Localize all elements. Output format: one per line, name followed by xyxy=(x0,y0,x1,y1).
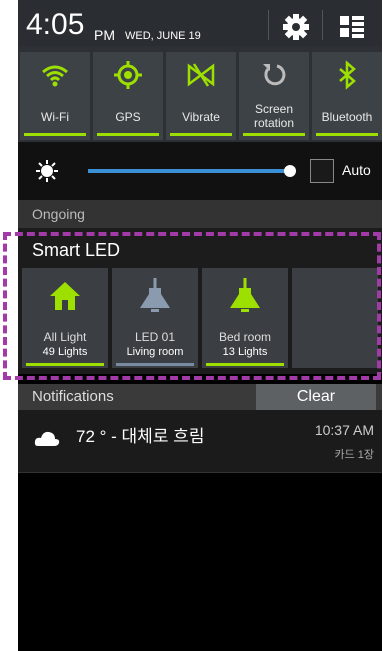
toggle-indicator xyxy=(97,133,159,136)
toggle-label: GPS xyxy=(115,110,141,124)
led-tile-led-01[interactable]: LED 01 Living room xyxy=(112,268,198,368)
notification-time: 10:37 AM xyxy=(314,422,374,438)
rotation-icon xyxy=(263,64,286,86)
grid-toggle-icon[interactable] xyxy=(332,10,372,44)
tile-indicator xyxy=(116,363,194,366)
toggle-label: Vibrate xyxy=(182,110,220,124)
tile-indicator xyxy=(206,363,284,366)
toggle-label: Bluetooth xyxy=(321,110,373,124)
led-tile-empty[interactable] xyxy=(292,268,378,368)
quick-settings-toggles: Wi-Fi GPS Vibrate Screen rotation Blueto… xyxy=(18,46,382,142)
toggle-label-line2: rotation xyxy=(253,116,295,130)
brightness-row: Auto xyxy=(18,142,382,200)
toggle-indicator xyxy=(243,133,305,136)
led-tile-all-light[interactable]: All Light 49 Lights xyxy=(22,268,108,368)
notification-count: 카드 1장 xyxy=(334,449,374,461)
bluetooth-toggle[interactable]: Bluetooth xyxy=(312,52,382,140)
sun-icon xyxy=(36,160,58,182)
smart-led-panel: Smart LED All Light 49 Lights LED 01 Liv… xyxy=(18,228,382,374)
wifi-toggle[interactable]: Wi-Fi xyxy=(20,52,90,140)
gps-icon xyxy=(114,61,142,89)
bluetooth-icon xyxy=(339,60,356,90)
screen-rotation-toggle[interactable]: Screen rotation xyxy=(239,52,309,140)
gear-icon[interactable] xyxy=(276,10,316,44)
home-icon xyxy=(50,282,80,310)
auto-brightness-checkbox[interactable] xyxy=(310,159,334,183)
notifications-label: Notifications xyxy=(32,388,114,405)
clear-button[interactable]: Clear xyxy=(256,384,376,410)
notification-text: 72 ° - 대체로 흐림 xyxy=(76,427,205,446)
tile-detail: Living room xyxy=(126,346,184,358)
pendant-lamp-icon xyxy=(140,278,170,312)
tile-detail: 13 Lights xyxy=(222,346,268,358)
smart-led-title: Smart LED xyxy=(32,240,121,260)
toggle-label-line1: Screen xyxy=(254,102,294,116)
toggle-indicator xyxy=(316,133,378,136)
clock-date: WED, JUNE 19 xyxy=(125,30,201,42)
cloud-icon xyxy=(34,431,60,446)
led-tile-bed-room[interactable]: Bed room 13 Lights xyxy=(202,268,288,368)
toggle-indicator xyxy=(24,133,86,136)
pendant-lamp-icon xyxy=(230,278,260,312)
tile-name: Bed room xyxy=(218,330,272,344)
gps-toggle[interactable]: GPS xyxy=(93,52,163,140)
notifications-header: Notifications Clear xyxy=(18,384,382,410)
tile-name: LED 01 xyxy=(134,330,176,344)
divider xyxy=(268,10,269,40)
toggle-indicator xyxy=(170,133,232,136)
auto-brightness-label: Auto xyxy=(342,162,371,178)
vibrate-toggle[interactable]: Vibrate xyxy=(166,52,236,140)
tile-detail: 49 Lights xyxy=(42,346,88,358)
toggle-label: Wi-Fi xyxy=(41,110,69,124)
divider xyxy=(322,10,323,40)
tile-name: All Light xyxy=(43,330,87,344)
status-bar: 4:05 PM WED, JUNE 19 xyxy=(18,0,382,46)
vibrate-icon xyxy=(187,63,215,87)
notification-item[interactable]: 72 ° - 대체로 흐림 10:37 AM 카드 1장 xyxy=(18,410,382,473)
ongoing-label: Ongoing xyxy=(32,206,85,222)
clock-ampm: PM xyxy=(94,27,115,43)
clock-time: 4:05 xyxy=(26,8,85,41)
brightness-slider-track[interactable] xyxy=(88,169,288,173)
brightness-slider-thumb[interactable] xyxy=(284,165,296,177)
tile-indicator xyxy=(26,363,104,366)
notification-panel: 4:05 PM WED, JUNE 19 Wi-Fi GPS Vibrate S… xyxy=(18,0,382,651)
ongoing-header: Ongoing xyxy=(18,200,382,228)
wifi-icon xyxy=(42,65,68,87)
